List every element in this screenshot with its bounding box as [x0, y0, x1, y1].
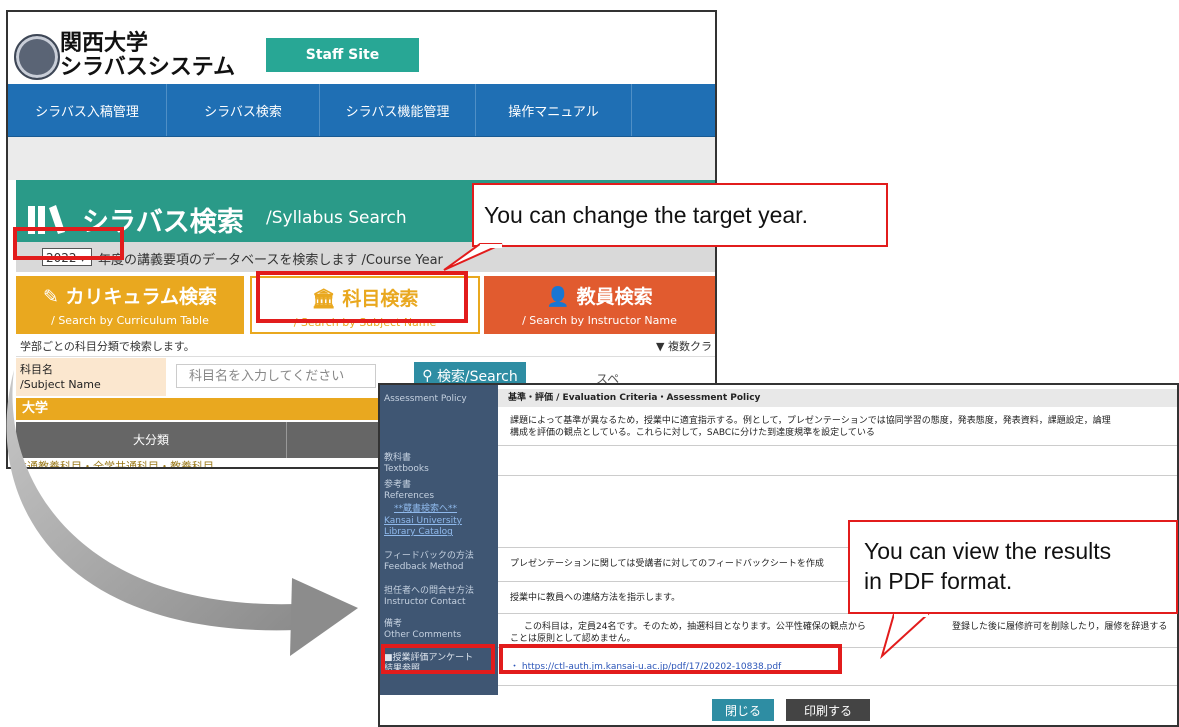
logo-line1: 関西大学 [60, 31, 149, 56]
nav-item-syllabus-entry[interactable]: シラバス入稿管理 [8, 84, 167, 136]
library-search-link[interactable]: **蔵書検索へ** [394, 504, 457, 515]
page-subtitle: /Syllabus Search [266, 208, 407, 228]
pdf-callout-line1: You can view the results [864, 538, 1112, 564]
subject-tab-highlight-box [256, 271, 468, 323]
library-search-text: **蔵書検索へ** [394, 504, 458, 514]
staff-site-button[interactable]: Staff Site [266, 38, 419, 72]
search-description-row: 学部ごとの科目分類で検索します。 ▼ 複数クラ [16, 334, 715, 357]
row-divider [498, 445, 1177, 446]
print-button[interactable]: 印刷する [786, 699, 870, 721]
comments-text-line1: この科目は，定員24名です。そのため，抽選科目となります。公平性確保の観点から [524, 622, 866, 632]
multi-class-toggle[interactable]: ▼ 複数クラ [656, 338, 712, 354]
label-other-comments: 備考 Other Comments [384, 619, 462, 640]
label-assessment-policy: Assessment Policy [384, 394, 467, 404]
nav-item-syllabus-function[interactable]: シラバス機能管理 [320, 84, 476, 136]
instructor-contact-text: 授業中に教員への連絡方法を指示します。 [510, 593, 681, 603]
transition-arrow [6, 370, 358, 656]
system-logo-text[interactable]: 関西大学 シラバスシステム [60, 32, 235, 80]
year-callout-pointer [443, 243, 503, 271]
library-catalog-line2: Library Catalog [384, 527, 453, 537]
criteria-header: 基準・評価 / Evaluation Criteria・Assessment P… [498, 389, 1177, 407]
pencil-icon: ✎ [43, 286, 66, 308]
criteria-text-line2: 構成を評価の観点としている。これらに対して，SABCに分けた到達度規準を設定して… [510, 428, 875, 438]
search-description: 学部ごとの科目分類で検索します。 [20, 340, 195, 353]
nav-item-syllabus-search[interactable]: シラバス検索 [167, 84, 320, 136]
year-callout: You can change the target year. [472, 183, 888, 247]
pdf-callout-line2: in PDF format. [864, 568, 1013, 594]
tab-label-en: / Search by Curriculum Table [51, 314, 209, 327]
pdf-link-highlight-box [499, 644, 842, 674]
year-highlight-box [13, 227, 124, 260]
spacer-strip [8, 137, 715, 180]
tab-label-jp: 教員検索 [576, 286, 653, 308]
label-instructor-contact: 担任者への問合せ方法 Instructor Contact [384, 586, 475, 607]
library-catalog-line1: Kansai University [384, 516, 462, 526]
label-feedback-method: フィードバックの方法 Feedback Method [384, 551, 474, 572]
feedback-text: プレゼンテーションに関しては受講者に対してのフィードバックシートを作成 [510, 559, 824, 569]
pdf-callout-pointer [880, 613, 931, 660]
close-button[interactable]: 閉じる [712, 699, 774, 721]
year-callout-text: You can change the target year. [484, 202, 808, 228]
tab-instructor-search[interactable]: 👤 教員検索 / Search by Instructor Name [484, 276, 715, 334]
search-icon: ⚲ [422, 368, 437, 384]
nav-item-manual[interactable]: 操作マニュアル [476, 84, 632, 136]
tab-label-jp: カリキュラム検索 [65, 286, 217, 308]
university-seal-logo [14, 34, 60, 80]
survey-label-highlight-box [381, 644, 495, 674]
year-caption: 年度の講義要項のデータベースを検索します /Course Year [98, 253, 443, 268]
criteria-text-line1: 課題によって基準が異なるため，授業中に適宜指示する。例として，プレゼンテーション… [510, 416, 1111, 426]
tab-label-en: / Search by Instructor Name [522, 314, 677, 327]
library-catalog-link[interactable]: Kansai University Library Catalog [384, 516, 462, 538]
logo-line2: シラバスシステム [60, 55, 236, 80]
person-icon: 👤 [546, 286, 577, 308]
label-textbooks: 教科書 Textbooks [384, 453, 429, 474]
label-references: 参考書 References [384, 480, 435, 501]
pdf-callout: You can view the results in PDF format. [848, 520, 1178, 614]
main-nav: シラバス入稿管理 シラバス検索 シラバス機能管理 操作マニュアル [8, 84, 715, 138]
tab-curriculum-search[interactable]: ✎ カリキュラム検索 / Search by Curriculum Table [16, 276, 244, 334]
row-divider [498, 685, 1177, 686]
comments-text-line1b: 登録した後に履修許可を削除したり，履修を辞退する [952, 622, 1168, 632]
row-divider [498, 475, 1177, 476]
